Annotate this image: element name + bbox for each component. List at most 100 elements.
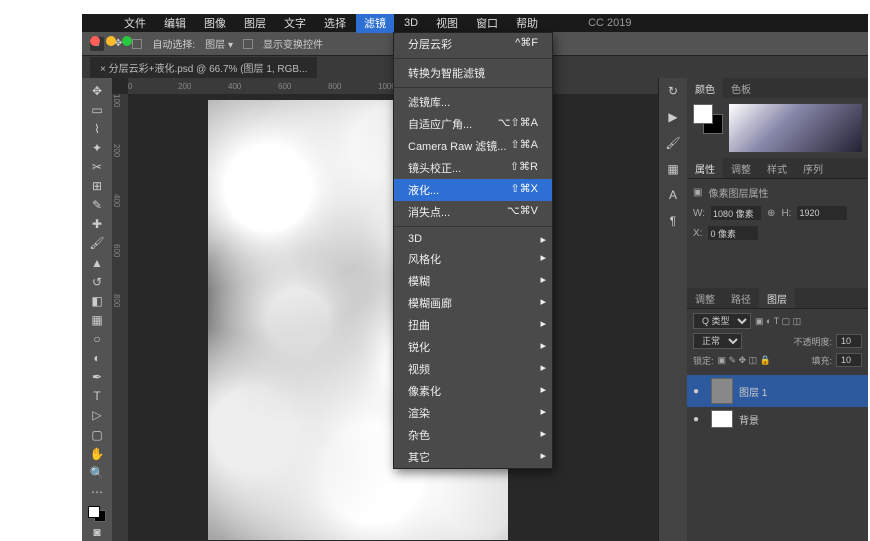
right-panels: ↻ ▶ 🖌 ▦ A ¶ 颜色 色板 属性 调整 样式 <box>658 78 868 541</box>
dd-lens-correction[interactable]: 镜头校正...⇧⌘R <box>394 157 552 179</box>
menu-image[interactable]: 图像 <box>196 14 234 33</box>
tab-layers[interactable]: 图层 <box>759 288 795 309</box>
dd-stylize[interactable]: 风格化▸ <box>394 248 552 270</box>
stamp-tool[interactable]: ▲ <box>87 254 107 271</box>
fill-input[interactable] <box>836 353 862 367</box>
maximize-dot[interactable] <box>122 36 132 46</box>
visibility-icon[interactable]: ● <box>693 386 705 397</box>
filter-icons[interactable]: ▣ ◐ T ▢ ◫ <box>755 316 801 327</box>
tab-swatches[interactable]: 色板 <box>723 78 759 99</box>
move-tool[interactable]: ✥ <box>87 82 107 99</box>
pen-tool[interactable]: ✒ <box>87 369 107 386</box>
opacity-input[interactable] <box>836 334 862 348</box>
minimize-dot[interactable] <box>106 36 116 46</box>
dd-3d[interactable]: 3D▸ <box>394 230 552 248</box>
dd-vanishing-point[interactable]: 消失点...⌥⌘V <box>394 201 552 223</box>
h-label: H: <box>781 208 791 219</box>
brush-icon[interactable]: 🖌 <box>664 134 682 152</box>
menu-file[interactable]: 文件 <box>116 14 154 33</box>
dd-pixelate[interactable]: 像素化▸ <box>394 380 552 402</box>
close-dot[interactable] <box>90 36 100 46</box>
fg-bg-swatch[interactable] <box>693 104 723 134</box>
hand-tool[interactable]: ✋ <box>87 445 107 462</box>
dd-distort[interactable]: 扭曲▸ <box>394 314 552 336</box>
dd-other[interactable]: 其它▸ <box>394 446 552 468</box>
layer-row[interactable]: ● 背景 <box>687 407 868 431</box>
dd-filter-gallery[interactable]: 滤镜库... <box>394 91 552 113</box>
play-icon[interactable]: ▶ <box>664 108 682 126</box>
color-picker[interactable] <box>729 104 862 152</box>
swatch-icon[interactable]: ▦ <box>664 160 682 178</box>
quickmask-icon[interactable]: ◙ <box>87 524 107 541</box>
blend-mode[interactable]: 正常 <box>693 333 742 349</box>
shape-tool[interactable]: ▢ <box>87 426 107 443</box>
history-icon[interactable]: ↻ <box>664 82 682 100</box>
w-input[interactable] <box>711 206 761 220</box>
crop-tool[interactable]: ✂ <box>87 158 107 175</box>
menu-window[interactable]: 窗口 <box>468 14 506 33</box>
color-swatches[interactable] <box>88 506 106 521</box>
wand-tool[interactable]: ✦ <box>87 139 107 156</box>
visibility-icon[interactable]: ● <box>693 414 705 425</box>
menu-filter[interactable]: 滤镜 <box>356 14 394 33</box>
menu-help[interactable]: 帮助 <box>508 14 546 33</box>
para-icon[interactable]: ¶ <box>664 212 682 230</box>
eyedropper-tool[interactable]: ✎ <box>87 197 107 214</box>
tab-seq[interactable]: 序列 <box>795 158 831 179</box>
type-tool[interactable]: T <box>87 388 107 405</box>
document-tab[interactable]: × 分层云彩+液化.psd @ 66.7% (图层 1, RGB... <box>90 57 317 78</box>
color-tabs: 颜色 色板 <box>687 78 868 98</box>
dd-camera-raw[interactable]: Camera Raw 滤镜...⇧⌘A <box>394 135 552 157</box>
tab-adjust2[interactable]: 调整 <box>687 288 723 309</box>
path-tool[interactable]: ▷ <box>87 407 107 424</box>
heal-tool[interactable]: ✚ <box>87 216 107 233</box>
tab-paths[interactable]: 路径 <box>723 288 759 309</box>
char-icon[interactable]: A <box>664 186 682 204</box>
more-tools[interactable]: ⋯ <box>87 483 107 500</box>
eraser-tool[interactable]: ◧ <box>87 292 107 309</box>
history-tool[interactable]: ↺ <box>87 273 107 290</box>
dd-render[interactable]: 渲染▸ <box>394 402 552 424</box>
brush-tool[interactable]: 🖌 <box>87 235 107 252</box>
lock-icons[interactable]: ▣ ✎ ✥ ◫ 🔒 <box>718 355 771 366</box>
tab-color[interactable]: 颜色 <box>687 78 723 99</box>
menu-layer[interactable]: 图层 <box>236 14 274 33</box>
dd-video[interactable]: 视频▸ <box>394 358 552 380</box>
dd-noise[interactable]: 杂色▸ <box>394 424 552 446</box>
tab-adjust[interactable]: 调整 <box>723 158 759 179</box>
layer-name: 背景 <box>739 412 759 427</box>
layer-thumb <box>711 378 733 404</box>
dodge-tool[interactable]: ◐ <box>87 350 107 367</box>
lasso-tool[interactable]: ⌇ <box>87 120 107 137</box>
dd-adaptive-wide[interactable]: 自适应广角...⌥⇧⌘A <box>394 113 552 135</box>
layer-name: 图层 1 <box>739 384 767 399</box>
menu-type[interactable]: 文字 <box>276 14 314 33</box>
blur-tool[interactable]: ○ <box>87 330 107 347</box>
show-transform-checkbox[interactable] <box>243 39 253 49</box>
menu-view[interactable]: 视图 <box>428 14 466 33</box>
x-input[interactable] <box>708 226 758 240</box>
dd-smart-filter[interactable]: 转换为智能滤镜 <box>394 62 552 84</box>
dd-liquify[interactable]: 液化...⇧⌘X <box>394 179 552 201</box>
window-controls[interactable] <box>90 36 132 46</box>
layers-panel: Q 类型 ▣ ◐ T ▢ ◫ 正常 不透明度: 锁定: ▣ ✎ ✥ ◫ 🔒 填充… <box>687 308 868 541</box>
dd-blur[interactable]: 模糊▸ <box>394 270 552 292</box>
tab-properties[interactable]: 属性 <box>687 158 723 179</box>
zoom-tool[interactable]: 🔍 <box>87 464 107 481</box>
layer-kind-filter[interactable]: Q 类型 <box>693 313 751 329</box>
auto-select-checkbox[interactable] <box>132 39 142 49</box>
h-input[interactable] <box>797 206 847 220</box>
tab-style[interactable]: 样式 <box>759 158 795 179</box>
menu-select[interactable]: 选择 <box>316 14 354 33</box>
link-icon[interactable]: ⊕ <box>767 208 775 219</box>
layer-row[interactable]: ● 图层 1 <box>687 375 868 407</box>
marquee-tool[interactable]: ▭ <box>87 101 107 118</box>
auto-select-dropdown[interactable]: 图层 ▾ <box>205 36 233 51</box>
menu-3d[interactable]: 3D <box>396 15 426 31</box>
menu-edit[interactable]: 编辑 <box>156 14 194 33</box>
frame-tool[interactable]: ⊞ <box>87 178 107 195</box>
gradient-tool[interactable]: ▦ <box>87 311 107 328</box>
dd-last-filter[interactable]: 分层云彩^⌘F <box>394 33 552 55</box>
dd-blur-gallery[interactable]: 模糊画廊▸ <box>394 292 552 314</box>
dd-sharpen[interactable]: 锐化▸ <box>394 336 552 358</box>
